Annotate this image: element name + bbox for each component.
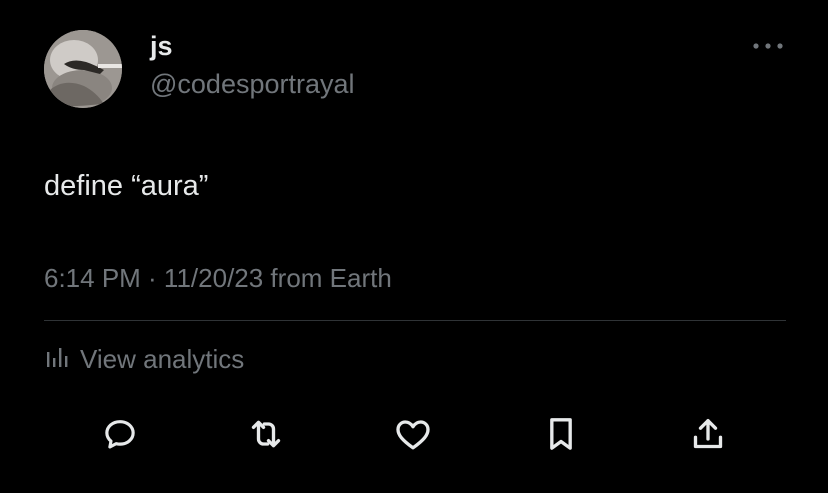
bookmark-icon <box>550 418 572 450</box>
avatar-photo <box>44 30 122 108</box>
retweet-icon <box>251 420 281 448</box>
bookmark-button[interactable] <box>541 414 581 454</box>
author-handle[interactable]: @codesportrayal <box>150 68 355 100</box>
tweet-timestamp[interactable]: 6:14 PM · 11/20/23 from Earth <box>44 262 392 294</box>
more-horizontal-icon[interactable] <box>750 36 786 56</box>
reply-icon <box>105 420 135 449</box>
share-button[interactable] <box>688 414 728 454</box>
retweet-button[interactable] <box>246 414 286 454</box>
view-analytics-link[interactable]: View analytics <box>44 342 244 376</box>
avatar[interactable] <box>44 30 122 108</box>
reply-button[interactable] <box>100 414 140 454</box>
tweet-card: js @codesportrayal define “aura” 6:14 PM… <box>0 0 828 493</box>
author-display-name[interactable]: js <box>150 30 173 62</box>
like-button[interactable] <box>393 414 433 454</box>
tweet-text: define “aura” <box>44 170 209 202</box>
view-analytics-label: View analytics <box>80 344 245 374</box>
divider <box>44 320 786 321</box>
share-icon <box>693 419 723 449</box>
bar-chart-icon <box>44 344 70 375</box>
heart-icon <box>396 420 430 450</box>
